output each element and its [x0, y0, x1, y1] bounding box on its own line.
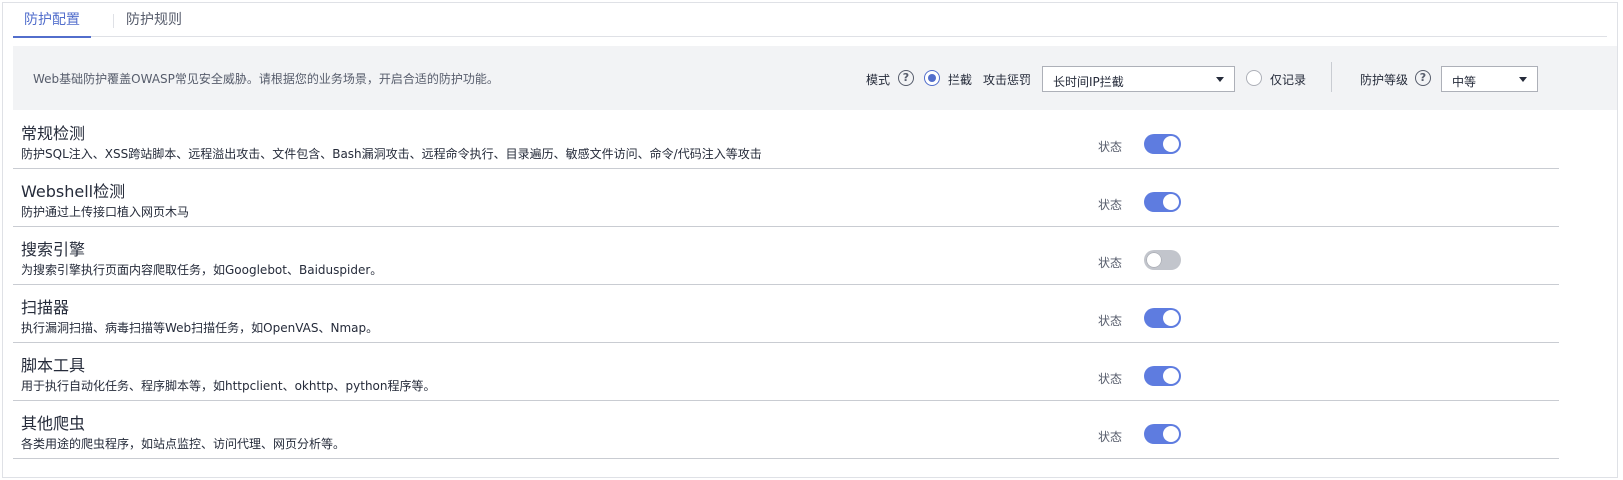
- status-label: 状态: [1098, 430, 1123, 444]
- page-frame: 防护配置 防护规则 Web基础防护覆盖OWASP常见安全威胁。请根据您的业务场景…: [2, 2, 1618, 478]
- rule-row-search-engine: 搜索引擎 为搜索引擎执行页面内容爬取任务，如Googlebot、Baiduspi…: [13, 227, 1559, 285]
- status-label: 状态: [1098, 372, 1123, 386]
- rule-toggle-script-tool[interactable]: [1144, 366, 1181, 386]
- status-label: 状态: [1098, 198, 1123, 212]
- rule-row-webshell: Webshell检测 防护通过上传接口植入网页木马 状态: [13, 169, 1559, 227]
- rule-title: 搜索引擎: [21, 240, 86, 259]
- status-label: 状态: [1098, 314, 1123, 328]
- mode-help-icon[interactable]: ?: [898, 70, 914, 86]
- rule-row-scanner: 扫描器 执行漏洞扫描、病毒扫描等Web扫描任务，如OpenVAS、Nmap。 状…: [13, 285, 1559, 343]
- rule-description: 为搜索引擎执行页面内容爬取任务，如Googlebot、Baiduspider。: [21, 263, 383, 277]
- rule-row-other-crawler: 其他爬虫 各类用途的爬虫程序，如站点监控、访问代理、网页分析等。 状态: [13, 401, 1559, 459]
- rule-toggle-general[interactable]: [1144, 134, 1181, 154]
- toggle-knob: [1163, 136, 1179, 152]
- toggle-knob: [1146, 252, 1162, 268]
- attack-penalty-select[interactable]: 长时间IP拦截: [1042, 66, 1235, 92]
- attack-penalty-label: 攻击惩罚: [983, 73, 1032, 87]
- tab-protection-config[interactable]: 防护配置: [13, 3, 91, 38]
- rule-title: 扫描器: [21, 298, 70, 317]
- rule-title: Webshell检测: [21, 182, 126, 201]
- protection-level-value: 中等: [1452, 75, 1477, 89]
- mode-radio-block[interactable]: [924, 70, 940, 86]
- rule-row-general: 常规检测 防护SQL注入、XSS跨站脚本、远程溢出攻击、文件包含、Bash漏洞攻…: [13, 111, 1559, 169]
- tab-divider: [113, 14, 114, 28]
- toggle-knob: [1163, 368, 1179, 384]
- status-label: 状态: [1098, 140, 1123, 154]
- rule-toggle-other-crawler[interactable]: [1144, 424, 1181, 444]
- mode-radio-log-only-label[interactable]: 仅记录: [1270, 71, 1306, 88]
- tab-bar: 防护配置 防护规则: [13, 3, 1607, 38]
- attack-penalty-value: 长时间IP拦截: [1053, 75, 1124, 89]
- rule-description: 防护SQL注入、XSS跨站脚本、远程溢出攻击、文件包含、Bash漏洞攻击、远程命…: [21, 147, 762, 161]
- toggle-knob: [1163, 194, 1179, 210]
- config-banner: Web基础防护覆盖OWASP常见安全威胁。请根据您的业务场景，开启合适的防护功能…: [13, 46, 1617, 110]
- chevron-down-icon: [1519, 77, 1527, 82]
- toggle-knob: [1163, 310, 1179, 326]
- rule-toggle-webshell[interactable]: [1144, 192, 1181, 212]
- rule-toggle-search-engine[interactable]: [1144, 250, 1181, 270]
- rule-title: 常规检测: [21, 124, 86, 143]
- protection-level-label: 防护等级: [1360, 73, 1409, 87]
- tab-protection-rules[interactable]: 防护规则: [125, 3, 183, 37]
- banner-description: Web基础防护覆盖OWASP常见安全威胁。请根据您的业务场景，开启合适的防护功能…: [33, 72, 499, 86]
- mode-radio-block-label[interactable]: 拦截: [948, 71, 972, 88]
- rule-title: 脚本工具: [21, 356, 86, 375]
- rule-description: 执行漏洞扫描、病毒扫描等Web扫描任务，如OpenVAS、Nmap。: [21, 321, 379, 335]
- rule-title: 其他爬虫: [21, 414, 86, 433]
- protection-level-select[interactable]: 中等: [1441, 66, 1538, 92]
- mode-label: 模式: [866, 73, 891, 87]
- mode-radio-log-only[interactable]: [1246, 70, 1262, 86]
- rule-list: 常规检测 防护SQL注入、XSS跨站脚本、远程溢出攻击、文件包含、Bash漏洞攻…: [13, 111, 1559, 459]
- rule-description: 用于执行自动化任务、程序脚本等，如httpclient、okhttp、pytho…: [21, 379, 436, 393]
- protection-level-help-icon[interactable]: ?: [1415, 70, 1431, 86]
- rule-row-script-tool: 脚本工具 用于执行自动化任务、程序脚本等，如httpclient、okhttp、…: [13, 343, 1559, 401]
- toggle-knob: [1163, 426, 1179, 442]
- rule-description: 防护通过上传接口植入网页木马: [21, 205, 190, 219]
- rule-description: 各类用途的爬虫程序，如站点监控、访问代理、网页分析等。: [21, 437, 346, 451]
- status-label: 状态: [1098, 256, 1123, 270]
- chevron-down-icon: [1216, 77, 1224, 82]
- rule-toggle-scanner[interactable]: [1144, 308, 1181, 328]
- vertical-divider: [1331, 62, 1332, 92]
